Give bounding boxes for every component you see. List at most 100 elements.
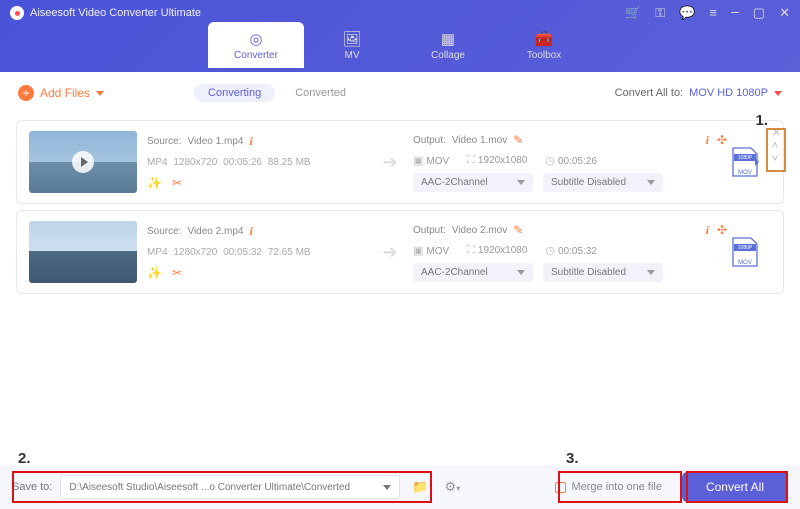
compress-icon[interactable]: ✣ [717, 133, 727, 148]
cut-icon[interactable]: ✂ [172, 266, 182, 280]
checkbox-icon [555, 482, 566, 493]
output-format-badge[interactable]: 1080P MOV [731, 146, 759, 178]
minimize-icon[interactable]: — [731, 5, 739, 21]
file-card: Source: Video 2.mp4 i MP4 1280x720 00:05… [16, 210, 784, 294]
film-icon: ▣ [413, 155, 423, 167]
subtab-converted[interactable]: Converted [295, 84, 346, 102]
info-icon[interactable]: i [706, 133, 709, 148]
compress-icon[interactable]: ✣ [717, 223, 727, 238]
edit-icon[interactable]: ✨ [147, 266, 162, 280]
tab-mv[interactable]: 🖼 MV [304, 22, 400, 68]
move-down-icon[interactable]: ˅ [768, 153, 785, 166]
save-to-label: Save to: [12, 481, 52, 493]
output-filename: Video 1.mov [452, 135, 507, 146]
open-folder-icon[interactable]: 📁 [408, 479, 432, 495]
add-files-label: Add Files [40, 86, 90, 100]
chevron-down-icon [96, 91, 104, 96]
mv-icon: 🖼 [342, 30, 361, 48]
tab-toolbox-label: Toolbox [527, 50, 561, 61]
collage-icon: ▦ [441, 30, 455, 48]
output-filename: Video 2.mov [452, 225, 507, 236]
cart-icon[interactable]: 🛒 [625, 5, 641, 21]
converter-icon: ◎ [249, 30, 262, 48]
source-filename: Video 2.mp4 [187, 226, 243, 237]
cut-icon[interactable]: ✂ [172, 176, 182, 190]
edit-icon[interactable]: ✨ [147, 176, 162, 190]
tab-converter[interactable]: ◎ Converter [208, 22, 304, 68]
source-filename: Video 1.mp4 [187, 136, 243, 147]
out-duration: 00:05:26 [558, 156, 597, 167]
video-thumbnail[interactable] [29, 131, 137, 193]
toolbar: + Add Files Converting Converted Convert… [0, 72, 800, 114]
output-label: Output: [413, 225, 446, 236]
add-files-button[interactable]: + Add Files [18, 85, 104, 101]
pencil-icon[interactable]: ✎ [513, 133, 523, 147]
subtitle-select[interactable]: Subtitle Disabled [543, 173, 663, 192]
bottom-bar: Save to: D:\Aiseesoft Studio\Aiseesoft .… [0, 465, 800, 509]
plus-icon: + [18, 85, 34, 101]
toolbox-icon: 🧰 [535, 30, 554, 48]
svg-text:1080P: 1080P [738, 245, 753, 251]
callout-1-label: 1. [755, 112, 768, 129]
convert-all-button[interactable]: Convert All [682, 472, 788, 502]
svg-text:MOV: MOV [738, 170, 752, 176]
arrow-right-icon: ➔ [377, 242, 403, 263]
source-meta: MP4 1280x720 00:05:26 88.25 MB [147, 157, 367, 168]
feedback-icon[interactable]: 💬 [679, 5, 695, 21]
menu-icon[interactable]: ≡ [709, 5, 717, 21]
tab-mv-label: MV [345, 50, 360, 61]
pencil-icon[interactable]: ✎ [513, 223, 523, 237]
settings-icon[interactable]: ⚙▾ [441, 479, 465, 495]
chevron-down-icon [647, 180, 655, 185]
app-logo-icon [10, 6, 24, 20]
tab-collage[interactable]: ▦ Collage [400, 22, 496, 68]
main-tabs: ◎ Converter 🖼 MV ▦ Collage 🧰 Toolbox [0, 22, 800, 68]
source-label: Source: [147, 136, 181, 147]
source-meta: MP4 1280x720 00:05:32 72.65 MB [147, 247, 367, 258]
merge-label: Merge into one file [571, 481, 662, 493]
chevron-down-icon [517, 270, 525, 275]
info-icon[interactable]: i [249, 224, 252, 239]
audio-select[interactable]: AAC-2Channel [413, 173, 533, 192]
out-resolution: 1920x1080 [478, 245, 528, 256]
svg-text:MOV: MOV [738, 260, 752, 266]
chevron-down-icon [774, 91, 782, 96]
chevron-down-icon [647, 270, 655, 275]
key-icon[interactable]: ⚿ [655, 5, 665, 21]
svg-text:1080P: 1080P [738, 155, 753, 161]
film-icon: ▣ [413, 245, 423, 257]
app-title: Aiseesoft Video Converter Ultimate [30, 7, 625, 19]
clock-icon: ◷ [545, 245, 555, 257]
merge-checkbox[interactable]: Merge into one file [549, 481, 668, 493]
chevron-down-icon [383, 485, 391, 490]
resolution-icon: ⛶ [467, 154, 475, 166]
out-duration: 00:05:32 [558, 246, 597, 257]
move-up-icon[interactable]: ˄ [768, 140, 785, 153]
info-icon[interactable]: i [249, 134, 252, 149]
tab-collage-label: Collage [431, 50, 465, 61]
maximize-icon[interactable]: ▢ [753, 5, 765, 21]
tab-toolbox[interactable]: 🧰 Toolbox [496, 22, 592, 68]
play-icon [72, 151, 94, 173]
audio-select[interactable]: AAC-2Channel [413, 263, 533, 282]
output-format-badge[interactable]: 1080P MOV [731, 236, 759, 268]
save-path-select[interactable]: D:\Aiseesoft Studio\Aiseesoft ...o Conve… [60, 475, 400, 499]
remove-file-icon[interactable]: ✕ [768, 127, 785, 140]
sub-tabs: Converting Converted [194, 84, 346, 102]
subtab-converting[interactable]: Converting [194, 84, 275, 102]
output-label: Output: [413, 135, 446, 146]
video-thumbnail[interactable] [29, 221, 137, 283]
tab-converter-label: Converter [234, 50, 278, 61]
subtitle-select[interactable]: Subtitle Disabled [543, 263, 663, 282]
source-label: Source: [147, 226, 181, 237]
out-format: MOV [426, 246, 449, 257]
close-icon[interactable]: ✕ [779, 5, 790, 21]
save-path-text: D:\Aiseesoft Studio\Aiseesoft ...o Conve… [69, 482, 350, 493]
clock-icon: ◷ [545, 155, 555, 167]
resolution-icon: ⛶ [467, 244, 475, 256]
title-bar: Aiseesoft Video Converter Ultimate 🛒 ⚿ 💬… [0, 0, 800, 72]
info-icon[interactable]: i [706, 223, 709, 238]
convert-all-to-value: MOV HD 1080P [689, 87, 768, 99]
convert-all-to-label: Convert All to: [615, 87, 683, 99]
convert-all-to[interactable]: Convert All to: MOV HD 1080P [615, 87, 782, 99]
